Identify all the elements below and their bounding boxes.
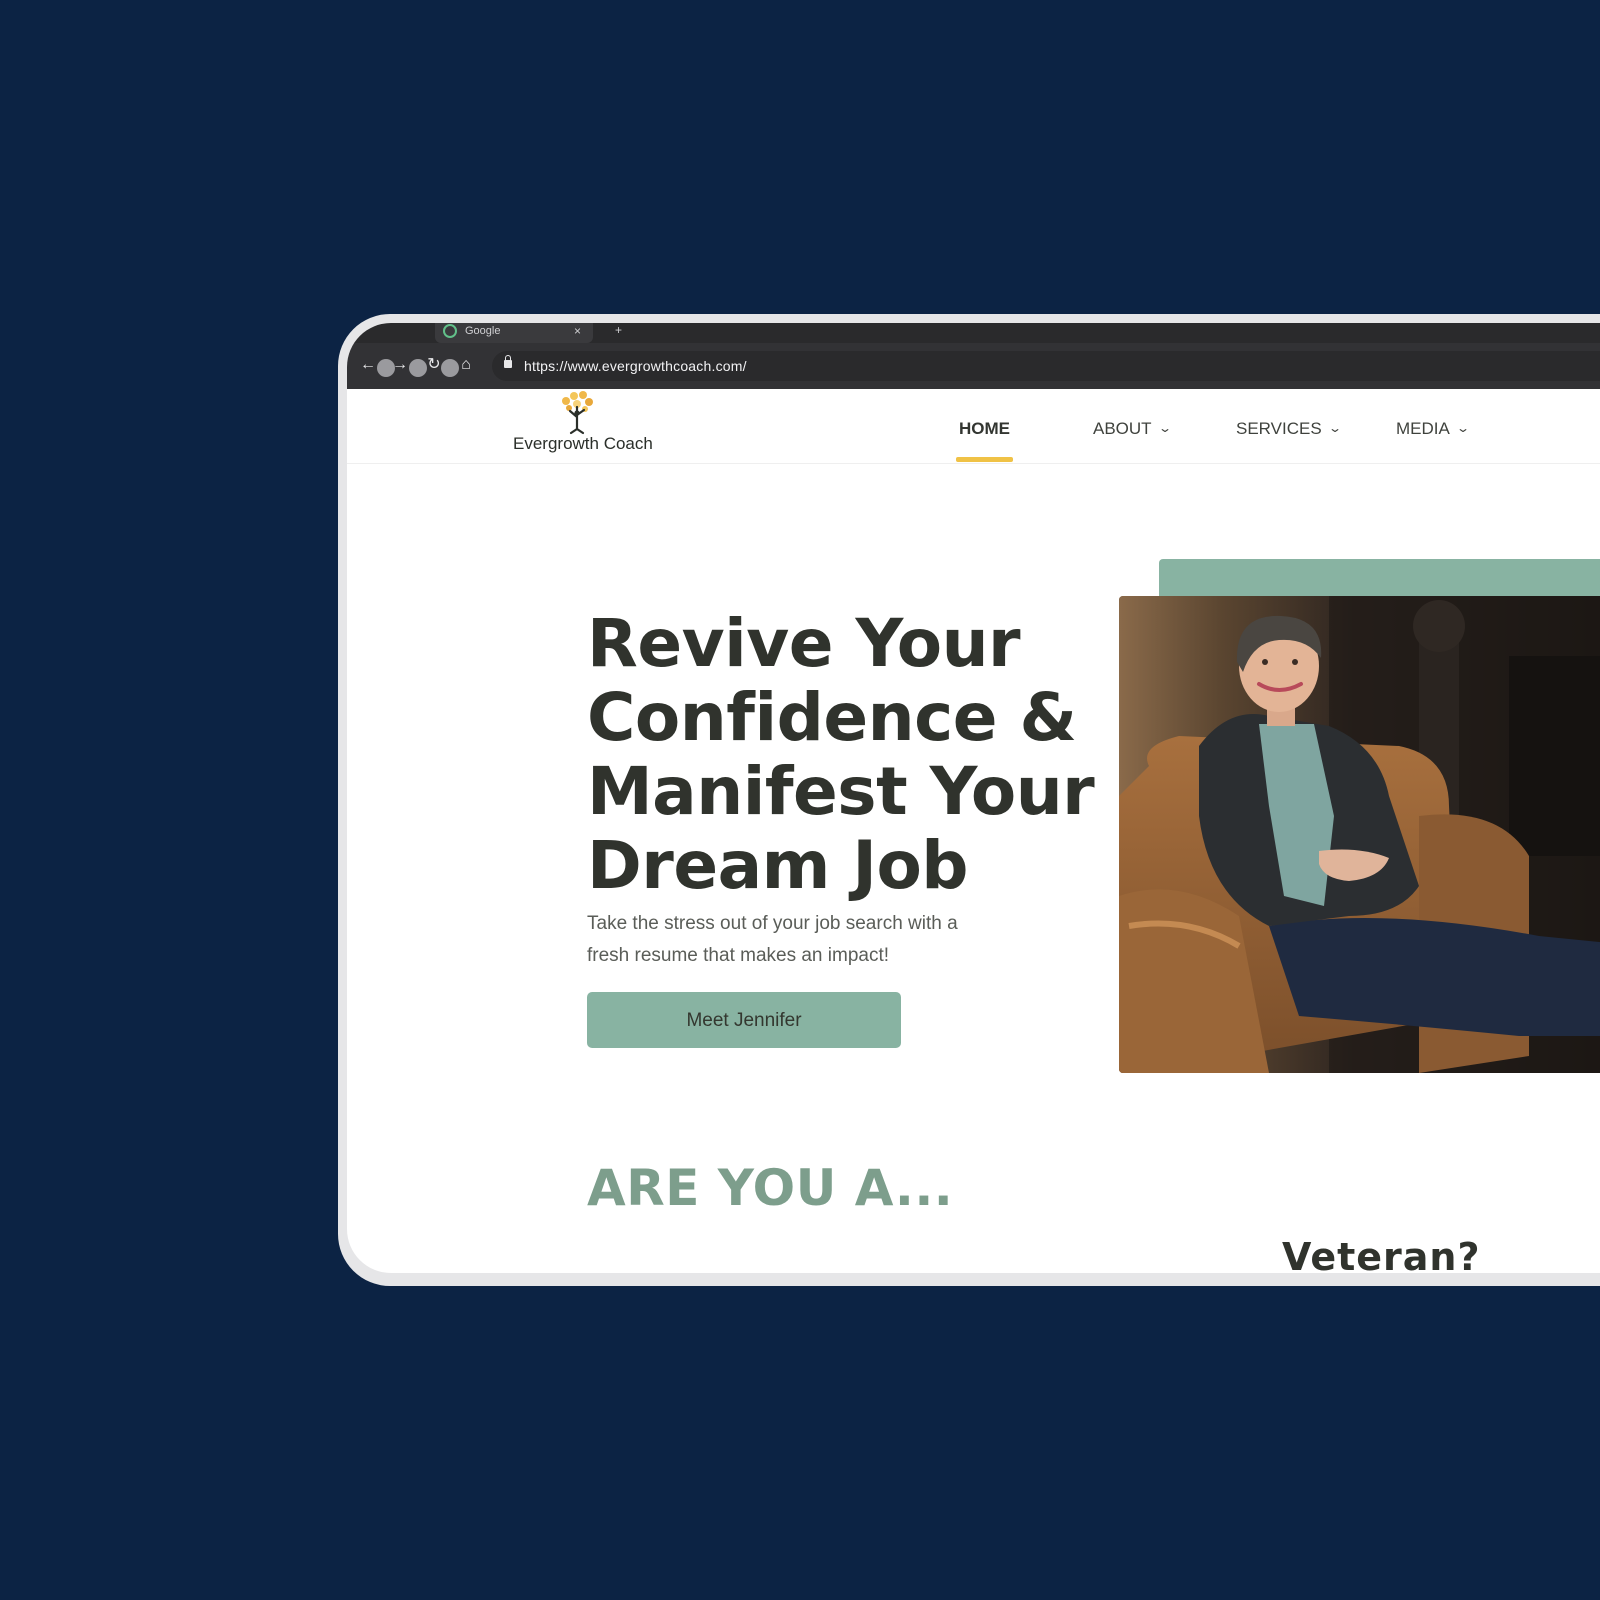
device-frame: Google × + ← → ↻ ⌂ https://www.evergrowt… [338, 314, 1600, 1286]
tab-title: Google [465, 325, 501, 337]
hero-photo [1119, 596, 1600, 1073]
are-you-heading: ARE YOU A... [587, 1159, 954, 1217]
hero-title-line: Confidence & [587, 679, 1077, 756]
address-bar[interactable]: https://www.evergrowthcoach.com/ [492, 351, 1600, 381]
browser-window: Google × + ← → ↻ ⌂ https://www.evergrowt… [347, 323, 1600, 1273]
meet-jennifer-button[interactable]: Meet Jennifer [587, 992, 901, 1048]
new-tab-button[interactable]: + [615, 323, 622, 337]
chevron-down-icon: ⌄ [1157, 421, 1172, 435]
browser-tab[interactable]: Google × [435, 323, 593, 343]
tab-close-icon[interactable]: × [574, 324, 581, 338]
nav-item-home[interactable]: HOME [959, 419, 1010, 439]
nav-item-media[interactable]: MEDIA ⌄ [1396, 419, 1470, 439]
hero-title-line: Manifest Your [587, 753, 1095, 830]
nav-item-label: MEDIA [1396, 419, 1450, 438]
tree-logo-icon [562, 391, 593, 435]
hero-title-line: Revive Your [587, 605, 1021, 682]
home-icon[interactable]: ⌂ [455, 354, 477, 376]
nav-item-services[interactable]: SERVICES ⌄ [1236, 419, 1342, 439]
google-favicon-icon [443, 324, 457, 338]
hero-title-line: Dream Job [587, 827, 969, 904]
site-header: Evergrowth Coach HOME ABOUT ⌄ SERVICES ⌄ M… [347, 389, 1600, 464]
hero-title: Revive Your Confidence & Manifest Your D… [587, 607, 1127, 903]
url-text[interactable]: https://www.evergrowthcoach.com/ [524, 358, 747, 374]
chevron-down-icon: ⌄ [1327, 421, 1342, 435]
hero-subtitle: Take the stress out of your job search w… [587, 908, 987, 972]
logo-text: Evergrowth Coach [513, 434, 653, 453]
nav-item-about[interactable]: ABOUT ⌄ [1093, 419, 1172, 439]
lock-icon [504, 355, 512, 368]
arrow-left-icon[interactable]: ← [357, 354, 379, 376]
nav-item-label: HOME [959, 419, 1010, 438]
hero-subtitle-line: Take the stress out of your job search w… [587, 913, 958, 934]
browser-toolbar: ← → ↻ ⌂ https://www.evergrowthcoach.com/ [347, 343, 1600, 389]
nav-item-label: ABOUT [1093, 419, 1152, 438]
chevron-down-icon: ⌄ [1455, 421, 1470, 435]
tab-strip: Google × + [347, 323, 1600, 343]
hero-subtitle-line: fresh resume that makes an impact! [587, 945, 890, 966]
active-nav-underline [956, 457, 1013, 462]
nav-item-label: SERVICES [1236, 419, 1322, 438]
logo[interactable]: Evergrowth Coach [513, 391, 673, 453]
veteran-heading: Veteran? [1282, 1235, 1481, 1273]
arrow-right-icon[interactable]: → [389, 354, 411, 376]
portrait-illustration [1119, 596, 1600, 1073]
